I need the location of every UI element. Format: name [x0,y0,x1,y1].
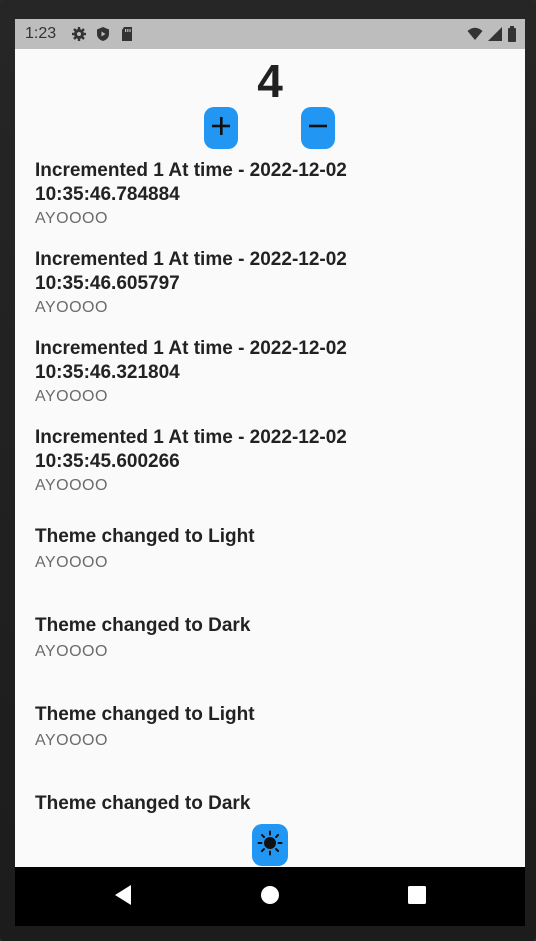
recents-square-icon [407,885,427,910]
history-item: Theme changed to Light AYOOOO [35,525,505,573]
history-item-subtitle: AYOOOO [35,732,108,749]
history-item-title-line1: Incremented 1 At time - 2022-12-02 [35,338,347,359]
status-icons-left [71,26,135,42]
history-item-title-line2: 10:35:46.605797 [35,273,180,294]
history-item-title: Theme changed to Dark [35,615,251,636]
sun-icon [257,830,283,861]
history-item-title-line1: Incremented 1 At time - 2022-12-02 [35,427,347,448]
history-item-title: Theme changed to Light [35,526,255,547]
signal-icon [487,26,503,42]
history-item: Theme changed to Light AYOOOO [35,703,505,751]
app-screen: 1:23 4 Incremented 1 At time - 2022-12-0… [15,19,525,926]
history-item-title: Theme changed to Dark [35,793,251,814]
shield-play-icon [95,26,111,42]
status-icons-right [467,26,517,42]
history-item-title-line2: 10:35:46.321804 [35,362,180,383]
minus-icon [308,116,328,141]
nav-back-button[interactable] [111,884,135,911]
history-item-title: Incremented 1 At time - 2022-12-02 10:35… [35,337,505,385]
history-item: Incremented 1 At time - 2022-12-02 10:35… [35,337,505,407]
history-item-subtitle: AYOOOO [35,210,108,227]
history-item: Incremented 1 At time - 2022-12-02 10:35… [35,159,505,229]
history-item: Theme changed to Dark [35,792,505,816]
theme-toggle-button[interactable] [252,824,288,866]
history-item-title-line2: 10:35:46.784884 [35,184,180,205]
decrement-button[interactable] [301,107,335,149]
history-item-title-line1: Incremented 1 At time - 2022-12-02 [35,160,347,181]
history-item-title-line1: Incremented 1 At time - 2022-12-02 [35,249,347,270]
history-item: Incremented 1 At time - 2022-12-02 10:35… [35,248,505,318]
history-item: Incremented 1 At time - 2022-12-02 10:35… [35,426,505,496]
history-item-subtitle: AYOOOO [35,643,108,660]
wifi-icon [467,26,483,42]
history-item: Theme changed to Dark AYOOOO [35,614,505,662]
history-item-subtitle: AYOOOO [35,554,108,571]
history-item-title: Incremented 1 At time - 2022-12-02 10:35… [35,248,505,296]
status-bar: 1:23 [15,19,525,49]
sd-card-icon [119,26,135,42]
nav-home-button[interactable] [258,885,282,909]
battery-icon [507,26,517,42]
history-item-subtitle: AYOOOO [35,388,108,405]
gear-icon [71,26,87,42]
history-item-subtitle: AYOOOO [35,299,108,316]
back-triangle-icon [113,884,133,911]
history-item-subtitle: AYOOOO [35,477,108,494]
counter-value: 4 [257,55,283,107]
status-time: 1:23 [25,25,57,42]
history-item-title: Theme changed to Light [35,704,255,725]
home-circle-icon [260,885,280,910]
history-item-title: Incremented 1 At time - 2022-12-02 10:35… [35,159,505,207]
nav-recents-button[interactable] [405,885,429,909]
increment-button[interactable] [204,107,238,149]
system-nav-bar [15,867,525,926]
history-item-title-line2: 10:35:45.600266 [35,451,180,472]
history-item-title: Incremented 1 At time - 2022-12-02 10:35… [35,426,505,474]
plus-icon [211,116,231,141]
